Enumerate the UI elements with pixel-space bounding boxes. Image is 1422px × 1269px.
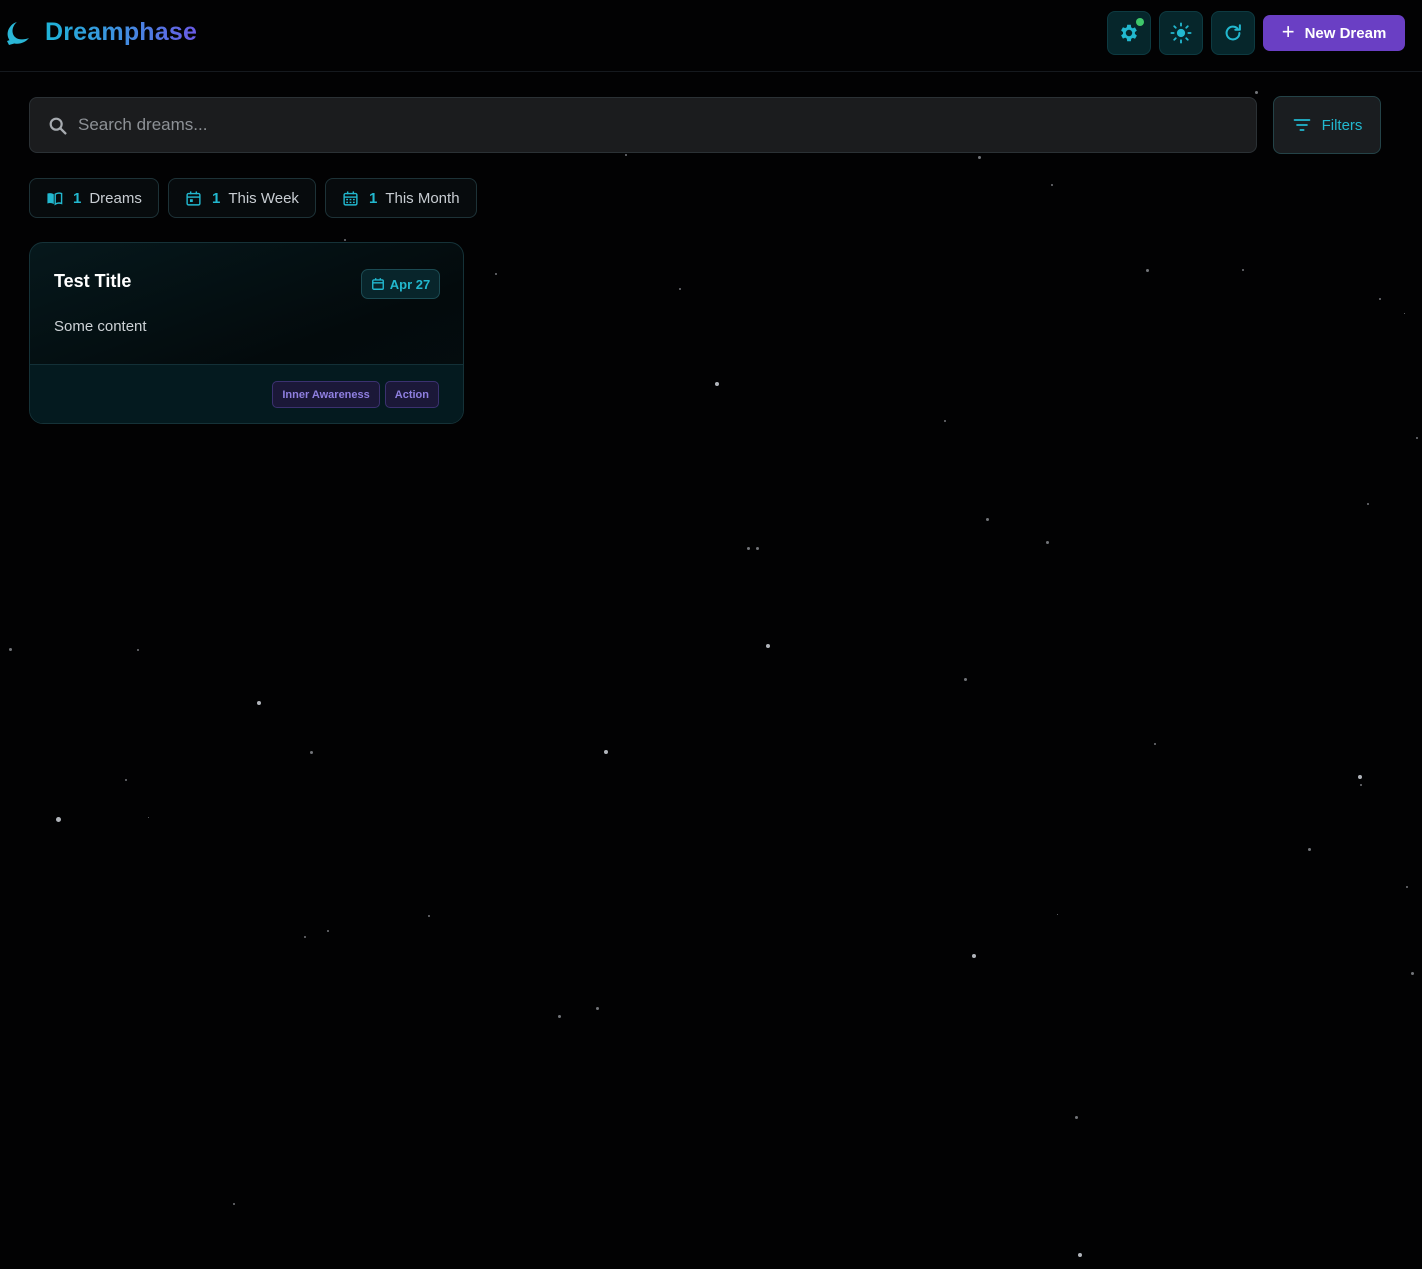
star-dot [1410,971,1414,975]
app-brand[interactable]: Dreamphase [45,18,197,47]
stat-chip-dreams: 1 Dreams [29,178,159,218]
dream-date: Apr 27 [389,276,431,292]
dream-card-footer: Inner Awareness Action [30,364,463,423]
search-icon [49,117,67,135]
star-dot [1307,847,1311,851]
star-dot [944,420,946,422]
star-dot [344,239,346,241]
star-dot [972,954,976,958]
star-dot [1360,784,1362,786]
star-dot [233,1203,235,1205]
new-dream-label: New Dream [1304,24,1387,42]
star-dot [8,647,12,651]
search-bar [29,97,1257,153]
stat-chip-month: 1 This Month [325,178,477,218]
sun-icon [1170,22,1192,44]
star-dot [1045,540,1049,544]
gear-icon [1121,24,1137,42]
star-dot [137,649,139,651]
star-dot [746,546,750,550]
star-dot [1145,268,1149,272]
filters-button[interactable]: Filters [1273,96,1381,154]
star-dot [125,779,127,781]
filters-label: Filters [1321,116,1363,134]
star-dot [1051,184,1053,186]
settings-button[interactable] [1107,11,1151,55]
new-dream-button[interactable]: + New Dream [1263,15,1405,51]
star-dot [1406,886,1408,888]
refresh-button[interactable] [1211,11,1255,55]
dream-tags: Inner Awareness Action [272,381,439,408]
stat-count-dreams: 1 [73,189,82,207]
search-input[interactable] [78,98,1238,152]
star-dot [1242,269,1244,271]
star-dot [1416,437,1418,439]
filter-icon [1293,119,1310,131]
star-dot [557,1014,561,1018]
star-dot [715,382,719,386]
star-dot [1078,1253,1082,1257]
star-dot [428,915,430,917]
notification-dot [1136,18,1144,26]
plus-icon: + [1281,19,1295,44]
star-dot [755,546,759,550]
calendar-month-icon [343,190,358,206]
theme-toggle-button[interactable] [1159,11,1203,55]
star-dot [1074,1115,1078,1119]
calendar-icon [371,278,384,290]
moon-icon [7,22,29,45]
star-dot [327,930,329,932]
star-dot [595,1006,599,1010]
star-dot [1358,775,1362,779]
stat-label-month: This Month [385,189,460,207]
dream-tag[interactable]: Inner Awareness [272,381,380,408]
dream-card[interactable]: Test Title Apr 27 Some content Inner Awa… [29,242,464,424]
stat-chip-week: 1 This Week [168,178,316,218]
star-dot [679,288,681,290]
star-dot [1154,743,1156,745]
dream-tag[interactable]: Action [384,381,439,408]
star-dot [604,750,608,754]
star-dot [257,701,261,705]
book-open-icon [47,191,63,205]
stat-label-week: This Week [228,189,299,207]
stat-label-dreams: Dreams [89,189,142,207]
stat-count-month: 1 [369,189,378,207]
star-dot [766,644,770,648]
star-dot [1056,913,1058,915]
star-dot [977,155,981,159]
calendar-week-icon [186,190,201,206]
refresh-icon [1225,24,1241,41]
top-header: Dreamphase + New Dream [0,0,1422,72]
star-dot [985,517,989,521]
star-dot [1379,298,1381,300]
star-dot [495,273,497,275]
dream-content: Some content [54,318,147,335]
star-dot [1403,312,1405,314]
star-dot [55,816,61,822]
dream-title: Test Title [54,271,132,291]
star-dot [147,816,149,818]
dream-date-badge: Apr 27 [361,269,440,299]
star-dot [309,750,313,754]
stat-count-week: 1 [212,189,221,207]
star-dot [625,154,627,156]
star-dot [304,936,306,938]
star-dot [1367,503,1369,505]
star-dot [963,677,967,681]
star-dot [1254,90,1258,94]
